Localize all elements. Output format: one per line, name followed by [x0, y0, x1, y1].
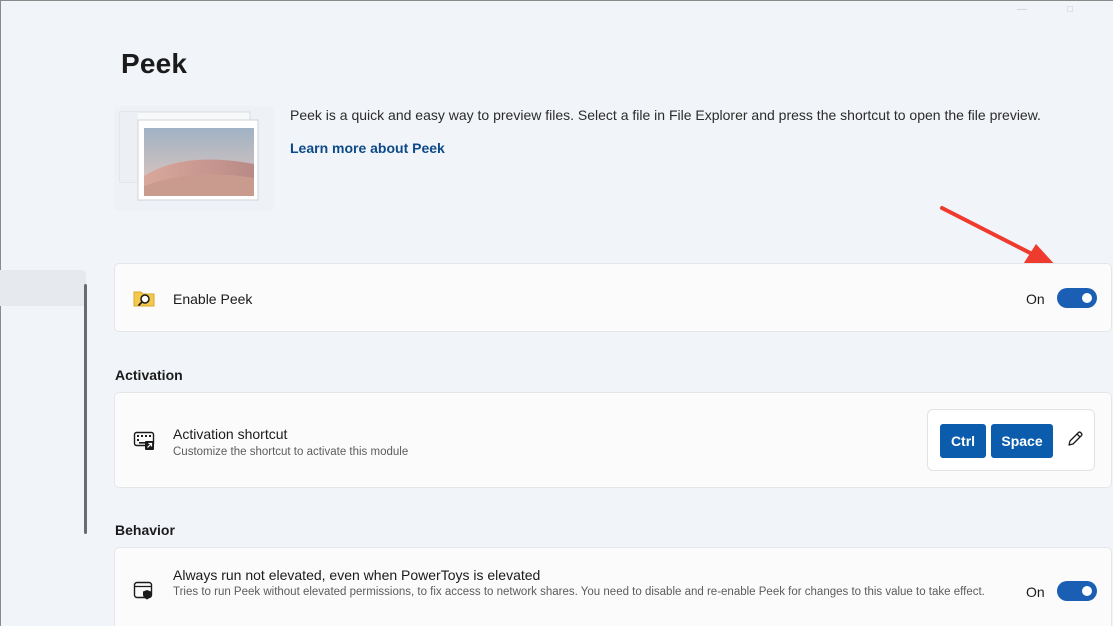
run-not-elevated-toggle[interactable] — [1057, 581, 1097, 601]
hero-image — [114, 106, 274, 211]
shortcut-editor[interactable]: Ctrl Space — [927, 409, 1095, 471]
enable-peek-toggle[interactable] — [1057, 288, 1097, 308]
run-not-elevated-toggle-state: On — [1026, 584, 1045, 600]
enable-peek-toggle-state: On — [1026, 291, 1045, 307]
activation-heading: Activation — [115, 367, 183, 383]
run-not-elevated-label: Always run not elevated, even when Power… — [173, 567, 541, 583]
run-not-elevated-desc: Tries to run Peek without elevated permi… — [173, 586, 985, 598]
toggle-knob — [1082, 586, 1092, 596]
minimize-icon[interactable]: — — [1017, 4, 1027, 15]
maximize-icon[interactable]: □ — [1067, 4, 1073, 15]
activation-shortcut-label: Activation shortcut — [173, 426, 288, 442]
sidebar-scrollbar[interactable] — [84, 284, 87, 534]
page-description: Peek is a quick and easy way to preview … — [290, 107, 1041, 123]
sidebar-selected-item[interactable] — [0, 270, 86, 306]
key-space: Space — [991, 424, 1053, 458]
activation-shortcut-desc: Customize the shortcut to activate this … — [173, 446, 409, 458]
enable-peek-label: Enable Peek — [173, 291, 253, 307]
run-not-elevated-card: Always run not elevated, even when Power… — [114, 547, 1112, 626]
keyboard-icon — [133, 431, 155, 456]
key-ctrl: Ctrl — [940, 424, 986, 458]
window-controls: — □ — [1017, 4, 1073, 15]
activation-shortcut-card: Activation shortcut Customize the shortc… — [114, 392, 1112, 488]
behavior-heading: Behavior — [115, 522, 175, 538]
shield-window-icon — [133, 581, 155, 606]
pencil-icon[interactable] — [1066, 430, 1084, 453]
page-title: Peek — [121, 48, 188, 79]
learn-more-link[interactable]: Learn more about Peek — [290, 140, 445, 156]
peek-folder-icon — [133, 289, 155, 312]
toggle-knob — [1082, 293, 1092, 303]
enable-peek-card: Enable Peek On — [114, 263, 1112, 332]
